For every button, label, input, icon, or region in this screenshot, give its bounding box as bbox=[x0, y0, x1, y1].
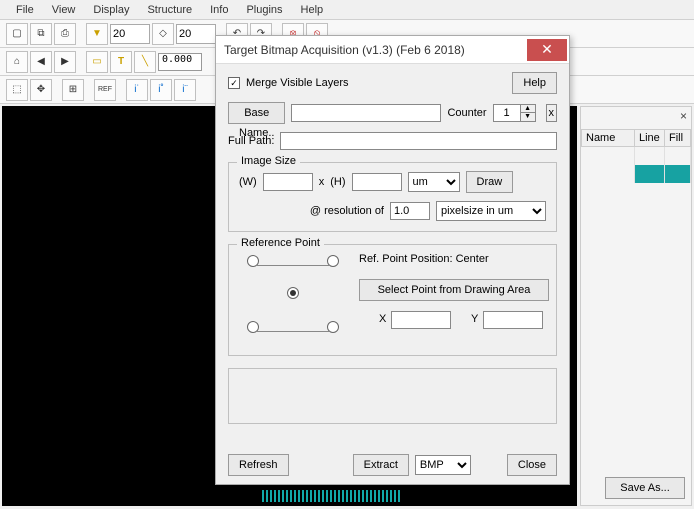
menu-info[interactable]: Info bbox=[202, 2, 236, 18]
refpt-position-label: Ref. Point Position: Center bbox=[359, 253, 489, 265]
print-icon[interactable]: ⎙ bbox=[54, 23, 76, 45]
y-coord-input[interactable] bbox=[483, 311, 543, 329]
combo-1[interactable] bbox=[110, 24, 150, 44]
col-fill[interactable]: Fill bbox=[665, 130, 691, 147]
base-name-button[interactable]: Base Name.. bbox=[228, 102, 285, 124]
full-path-input[interactable] bbox=[280, 132, 557, 150]
target-bitmap-dialog: Target Bitmap Acquisition (v1.3) (Feb 6 … bbox=[215, 35, 570, 485]
x-coord-input[interactable] bbox=[391, 311, 451, 329]
col-line[interactable]: Line bbox=[635, 130, 665, 147]
menu-plugins[interactable]: Plugins bbox=[238, 2, 290, 18]
menubar: File View Display Structure Info Plugins… bbox=[0, 0, 694, 20]
filter-icon[interactable]: ▼ bbox=[86, 23, 108, 45]
merge-label: Merge Visible Layers bbox=[246, 77, 349, 89]
info3-icon[interactable]: i¨ bbox=[174, 79, 196, 101]
wafer-strip bbox=[262, 490, 402, 502]
counter-value[interactable] bbox=[493, 104, 521, 122]
panel-close-icon[interactable]: × bbox=[680, 109, 687, 123]
link-icon[interactable]: ◇ bbox=[152, 23, 174, 45]
width-input[interactable] bbox=[263, 173, 313, 191]
image-size-group: Image Size (W) x (H) um Draw @ resolutio… bbox=[228, 162, 557, 232]
x-coord-label: X bbox=[379, 313, 386, 325]
layer-table: Name Line Fill bbox=[581, 129, 691, 183]
refpt-radio-center[interactable] bbox=[287, 287, 299, 299]
info2-icon[interactable]: i˚ bbox=[150, 79, 172, 101]
home-icon[interactable]: ⌂ bbox=[6, 51, 28, 73]
resolution-input[interactable] bbox=[390, 202, 430, 220]
height-input[interactable] bbox=[352, 173, 402, 191]
menu-structure[interactable]: Structure bbox=[139, 2, 200, 18]
ref-icon[interactable]: REF bbox=[94, 79, 116, 101]
preview-group bbox=[228, 368, 557, 424]
text-icon[interactable]: T bbox=[110, 51, 132, 73]
new-icon[interactable]: ▢ bbox=[6, 23, 28, 45]
menu-display[interactable]: Display bbox=[85, 2, 137, 18]
table-row[interactable] bbox=[582, 165, 691, 183]
unit-select[interactable]: um bbox=[408, 172, 460, 192]
line-icon[interactable]: ╲ bbox=[134, 51, 156, 73]
spin-down-icon[interactable]: ▼ bbox=[521, 113, 535, 121]
menu-help[interactable]: Help bbox=[293, 2, 332, 18]
close-button[interactable]: Close bbox=[507, 454, 557, 476]
spin-up-icon[interactable]: ▲ bbox=[521, 105, 535, 113]
refpt-legend: Reference Point bbox=[237, 237, 324, 249]
layer-panel: × Name Line Fill Save As... bbox=[580, 106, 692, 506]
nav-left-icon[interactable]: ◀ bbox=[30, 51, 52, 73]
dialog-title: Target Bitmap Acquisition (v1.3) (Feb 6 … bbox=[224, 43, 527, 57]
resolution-label: @ resolution of bbox=[310, 205, 384, 217]
col-name[interactable]: Name bbox=[582, 130, 635, 147]
value-display: 0.000 bbox=[158, 53, 202, 71]
select-icon[interactable]: ⬚ bbox=[6, 79, 28, 101]
rect-icon[interactable]: ▭ bbox=[86, 51, 108, 73]
copy-icon[interactable]: ⧉ bbox=[30, 23, 52, 45]
counter-label: Counter bbox=[447, 107, 486, 119]
x-label: x bbox=[319, 176, 325, 188]
dialog-close-button[interactable]: ✕ bbox=[527, 39, 567, 61]
grid-icon[interactable]: ⊞ bbox=[62, 79, 84, 101]
move-icon[interactable]: ✥ bbox=[30, 79, 52, 101]
x-button[interactable]: x bbox=[546, 104, 557, 122]
menu-file[interactable]: File bbox=[8, 2, 42, 18]
refresh-button[interactable]: Refresh bbox=[228, 454, 289, 476]
reference-point-group: Reference Point Ref. Point Position: Cen… bbox=[228, 244, 557, 356]
table-row[interactable] bbox=[582, 147, 691, 165]
base-name-input[interactable] bbox=[291, 104, 441, 122]
nav-right-icon[interactable]: ▶ bbox=[54, 51, 76, 73]
h-label: (H) bbox=[330, 176, 345, 188]
y-coord-label: Y bbox=[471, 313, 478, 325]
combo-2[interactable] bbox=[176, 24, 216, 44]
counter-spinner[interactable]: ▲▼ bbox=[493, 104, 536, 122]
image-size-legend: Image Size bbox=[237, 155, 300, 167]
info1-icon[interactable]: i˙ bbox=[126, 79, 148, 101]
save-as-button[interactable]: Save As... bbox=[605, 477, 685, 499]
format-select[interactable]: BMP bbox=[415, 455, 471, 475]
help-button[interactable]: Help bbox=[512, 72, 557, 94]
menu-view[interactable]: View bbox=[44, 2, 84, 18]
dialog-titlebar[interactable]: Target Bitmap Acquisition (v1.3) (Feb 6 … bbox=[216, 36, 569, 64]
w-label: (W) bbox=[239, 176, 257, 188]
extract-button[interactable]: Extract bbox=[353, 454, 409, 476]
merge-checkbox[interactable]: ✓ bbox=[228, 77, 240, 89]
full-path-label: Full Path: bbox=[228, 135, 274, 147]
pixelsize-select[interactable]: pixelsize in um bbox=[436, 201, 546, 221]
draw-button[interactable]: Draw bbox=[466, 171, 514, 193]
select-point-button[interactable]: Select Point from Drawing Area bbox=[359, 279, 549, 301]
